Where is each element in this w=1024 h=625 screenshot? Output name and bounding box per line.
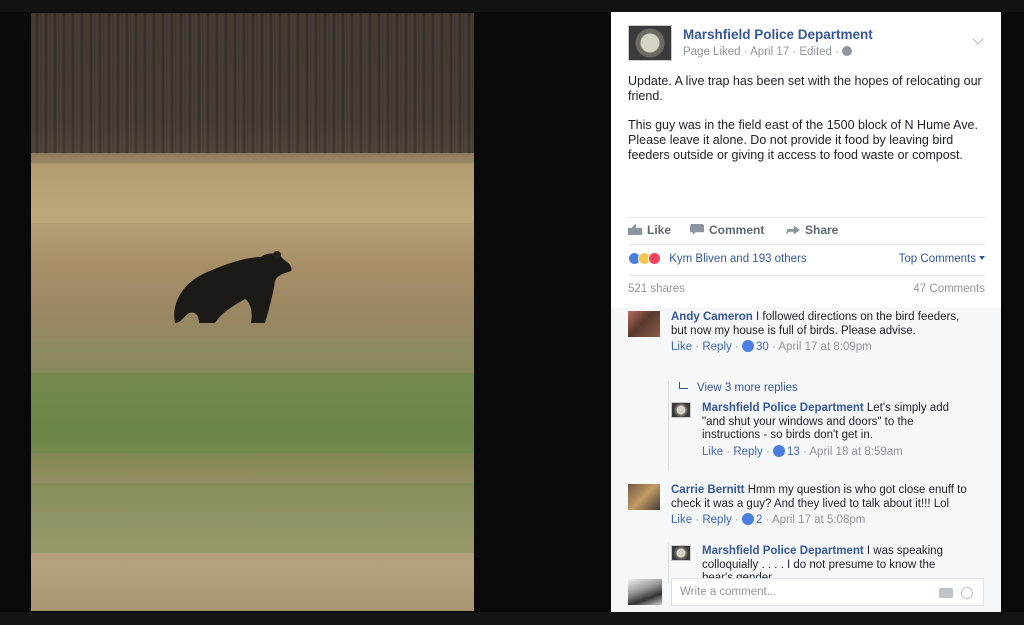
post-text: Update. A live trap has been set with th…	[628, 74, 990, 177]
write-comment-row: Write a comment...	[628, 577, 985, 607]
commenter-name[interactable]: Carrie Bernitt	[671, 484, 745, 496]
post-meta-text: Page Liked · April 17 · Edited ·	[683, 46, 839, 58]
field-band	[31, 373, 474, 453]
share-label: Share	[805, 223, 839, 237]
post-photo[interactable]	[31, 13, 474, 611]
comment-icon	[690, 224, 704, 235]
page-avatar[interactable]	[628, 25, 672, 61]
commenter-name[interactable]: Marshfield Police Department	[702, 402, 864, 414]
comment-reply-link[interactable]: Reply	[702, 514, 731, 526]
field-band	[31, 163, 474, 223]
top-comments-label: Top Comments	[898, 253, 976, 265]
share-icon	[786, 225, 800, 235]
post-meta: Page Liked · April 17 · Edited ·	[683, 46, 852, 58]
comment-like-link[interactable]: Like	[671, 514, 692, 526]
post-header: Marshfield Police Department Page Liked …	[628, 25, 988, 65]
comment-like-count[interactable]: 2	[756, 514, 762, 526]
chevron-down-icon[interactable]	[972, 33, 984, 45]
comment-time[interactable]: April 17 at 8:09pm	[778, 341, 871, 353]
view-replies-label: View 3 more replies	[697, 382, 798, 394]
comment-like-link[interactable]: Like	[671, 341, 692, 353]
divider	[628, 217, 985, 218]
action-bar: Like Comment Share	[628, 223, 985, 239]
comment-button[interactable]: Comment	[690, 223, 764, 237]
emoji-icon[interactable]	[961, 587, 973, 599]
avatar[interactable]	[628, 311, 660, 337]
caret-down-icon	[979, 256, 985, 260]
tree-line	[31, 13, 474, 153]
shares-count-link[interactable]: 521 shares	[628, 283, 685, 295]
thread-line	[668, 381, 669, 471]
bottom-strip	[0, 612, 1024, 625]
comment-like-link[interactable]: Like	[702, 446, 723, 458]
like-reaction-icon	[772, 444, 785, 457]
reply-comment: Marshfield Police Department Let's simpl…	[702, 402, 952, 459]
comment-meta: Like · Reply · 30 · April 17 at 8:09pm	[671, 340, 872, 353]
love-reaction-icon	[648, 252, 661, 265]
post-paragraph: This guy was in the field east of the 15…	[628, 118, 978, 162]
divider	[628, 244, 985, 245]
commenter-name[interactable]: Marshfield Police Department	[702, 545, 864, 557]
comment-meta: Like · Reply · 13 · April 18 at 8:59am	[702, 444, 903, 458]
comment: Carrie Bernitt Hmm my question is who go…	[671, 484, 976, 528]
comment-like-count[interactable]: 30	[756, 341, 769, 353]
shares-row: 521 shares 47 Comments	[628, 283, 985, 297]
divider	[628, 275, 985, 276]
field-band	[31, 483, 474, 553]
comment-reply-link[interactable]: Reply	[733, 446, 762, 458]
reactions-row: Kym Bliven and 193 others Top Comments	[628, 252, 985, 268]
view-more-replies-link[interactable]: View 3 more replies	[679, 382, 798, 394]
comments-count-link[interactable]: 47 Comments	[913, 283, 985, 295]
commenter-name[interactable]: Andy Cameron	[671, 311, 753, 323]
write-comment-placeholder: Write a comment...	[680, 586, 777, 598]
like-button[interactable]: Like	[628, 223, 671, 237]
comment-time[interactable]: April 18 at 8:59am	[809, 446, 902, 458]
post-paragraph: Update. A live trap has been set with th…	[628, 74, 982, 103]
like-reaction-icon	[741, 340, 754, 352]
thumbs-up-icon	[628, 224, 642, 235]
like-reaction-icon	[741, 513, 754, 525]
top-comments-dropdown[interactable]: Top Comments	[899, 253, 985, 265]
comment-meta: Like · Reply · 2 · April 17 at 5:08pm	[671, 513, 866, 526]
avatar[interactable]	[671, 545, 691, 561]
camera-icon[interactable]	[939, 588, 953, 598]
bear-figure	[174, 251, 292, 323]
comments-section: Andy Cameron I followed directions on th…	[611, 307, 1001, 612]
write-comment-input[interactable]: Write a comment...	[671, 578, 984, 606]
comment-reply-link[interactable]: Reply	[702, 341, 731, 353]
reaction-names-link[interactable]: Kym Bliven and 193 others	[669, 253, 806, 265]
avatar[interactable]	[628, 484, 660, 510]
browser-top-strip	[0, 0, 1024, 12]
comment-time[interactable]: April 17 at 5:08pm	[772, 514, 865, 526]
post-panel: Marshfield Police Department Page Liked …	[611, 12, 1001, 612]
reply-arrow-icon	[679, 382, 688, 389]
comment-like-count[interactable]: 13	[787, 446, 800, 458]
avatar[interactable]	[671, 402, 691, 418]
share-button[interactable]: Share	[786, 223, 838, 237]
page-name-link[interactable]: Marshfield Police Department	[683, 27, 873, 42]
like-label: Like	[647, 223, 672, 237]
current-user-avatar[interactable]	[628, 579, 662, 605]
comment: Andy Cameron I followed directions on th…	[671, 311, 971, 355]
globe-icon	[841, 46, 852, 56]
comment-label: Comment	[709, 223, 765, 237]
